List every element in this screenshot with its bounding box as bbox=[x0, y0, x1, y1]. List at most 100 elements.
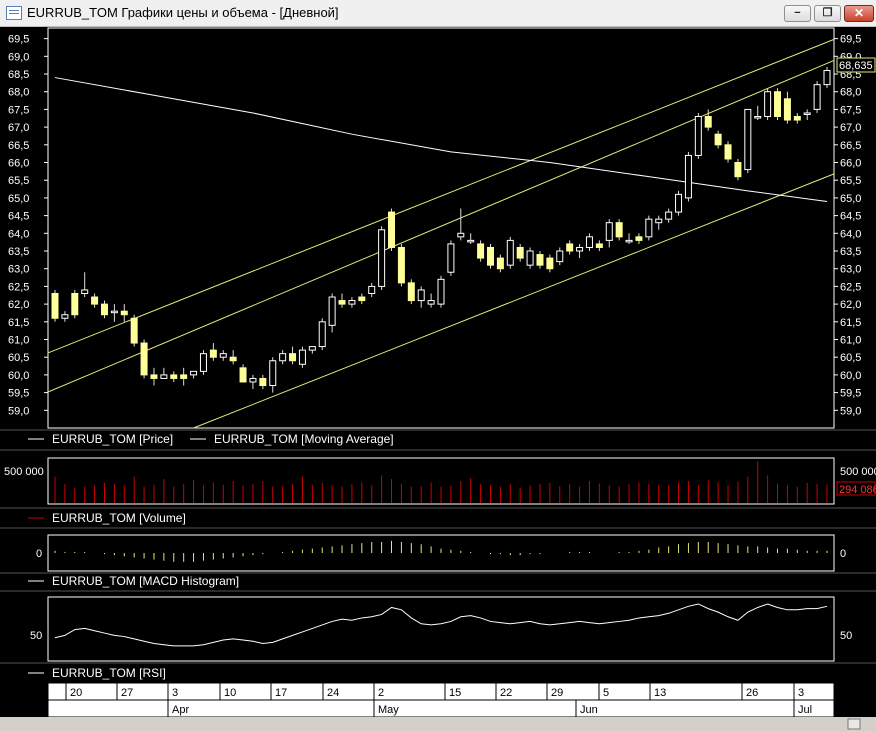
candle-body bbox=[140, 342, 148, 376]
candle-body bbox=[120, 310, 128, 316]
candle-body bbox=[91, 296, 99, 305]
candle-body bbox=[209, 349, 217, 358]
price-axis-left: 69,5 69,0 68,5 68,0 67,5 67,0 66,5 66,0 65,5 65,0… bbox=[8, 34, 48, 417]
candle-body bbox=[714, 133, 722, 146]
restore-button[interactable]: ❐ bbox=[814, 5, 841, 22]
candle-body bbox=[516, 246, 524, 259]
candle-body bbox=[813, 84, 821, 110]
price-tick-right: 59,0 bbox=[840, 405, 861, 417]
day-label: 3 bbox=[172, 687, 178, 699]
minimize-icon: − bbox=[794, 7, 801, 19]
minimize-button[interactable]: − bbox=[784, 5, 811, 22]
price-tick-left: 62,5 bbox=[8, 281, 29, 293]
candle-body bbox=[437, 278, 445, 305]
price-tick-left: 69,0 bbox=[8, 51, 29, 63]
price-tick-left: 65,5 bbox=[8, 175, 29, 187]
candle-body bbox=[724, 144, 732, 160]
price-tick-left: 66,5 bbox=[8, 140, 29, 152]
candle-body bbox=[378, 229, 386, 287]
price-legend: EURRUB_TOM [Price] bbox=[52, 432, 173, 446]
candle-body bbox=[675, 193, 683, 213]
candle-body bbox=[546, 257, 554, 270]
candle-body bbox=[655, 218, 663, 224]
day-label: 13 bbox=[654, 687, 666, 699]
price-tick-right: 63,0 bbox=[840, 264, 861, 276]
day-label: 17 bbox=[275, 687, 287, 699]
candle-body bbox=[318, 321, 326, 348]
price-tick-left: 60,5 bbox=[8, 352, 29, 364]
day-label: 29 bbox=[551, 687, 563, 699]
candle-body bbox=[783, 98, 791, 121]
price-tick-left: 63,0 bbox=[8, 264, 29, 276]
price-axis-right: 69,569,068,568,067,567,066,566,065,565,0… bbox=[834, 34, 861, 417]
chart-window: EURRUB_TOM Графики цены и объема - [Днев… bbox=[0, 0, 876, 731]
candle-body bbox=[289, 353, 297, 362]
price-tick-right: 69,5 bbox=[840, 34, 861, 46]
price-tick-right: 61,0 bbox=[840, 335, 861, 347]
price-tick-left: 59,0 bbox=[8, 405, 29, 417]
close-button[interactable]: ✕ bbox=[844, 5, 874, 22]
ma-legend: EURRUB_TOM [Moving Average] bbox=[214, 432, 394, 446]
candle-body bbox=[71, 292, 79, 316]
price-tick-left: 60,0 bbox=[8, 370, 29, 382]
scroll-right-button[interactable] bbox=[847, 718, 861, 730]
candle-body bbox=[447, 243, 455, 273]
candle-body bbox=[477, 243, 485, 259]
candle-body bbox=[486, 246, 494, 266]
price-tick-right: 64,0 bbox=[840, 228, 861, 240]
title-bar[interactable]: EURRUB_TOM Графики цены и объема - [Днев… bbox=[0, 0, 876, 27]
day-label: 10 bbox=[224, 687, 236, 699]
price-tick-left: 61,5 bbox=[8, 317, 29, 329]
candle-body bbox=[615, 222, 623, 238]
price-volume-chart[interactable]: 69,5 69,0 68,5 68,0 67,5 67,0 66,5 66,0 65,5 65,0… bbox=[0, 26, 876, 731]
candle-body bbox=[51, 292, 59, 319]
candle-body bbox=[576, 246, 584, 252]
candle-body bbox=[417, 289, 425, 302]
volume-legend: EURRUB_TOM [Volume] bbox=[52, 511, 186, 525]
candle-body bbox=[764, 91, 772, 117]
day-label: 15 bbox=[449, 687, 461, 699]
day-label: 3 bbox=[798, 687, 804, 699]
day-label: 24 bbox=[327, 687, 339, 699]
month-label: Apr bbox=[172, 704, 189, 716]
candle-body bbox=[130, 317, 138, 344]
candle-body bbox=[774, 91, 782, 117]
candle-body bbox=[180, 374, 188, 379]
candle-body bbox=[734, 162, 742, 178]
horizontal-scrollbar[interactable] bbox=[0, 717, 876, 731]
month-label: Jul bbox=[798, 704, 812, 716]
rsi-tick-left: 50 bbox=[30, 630, 42, 642]
price-tick-right: 60,0 bbox=[840, 370, 861, 382]
volume-tick-right: 500 000 bbox=[840, 466, 876, 478]
price-tick-left: 66,0 bbox=[8, 158, 29, 170]
chart-app-icon bbox=[6, 6, 22, 20]
price-tick-left: 69,5 bbox=[8, 34, 29, 46]
rsi-tick-right: 50 bbox=[840, 630, 852, 642]
candle-body bbox=[536, 254, 544, 266]
price-tick-right: 65,5 bbox=[840, 175, 861, 187]
price-tick-right: 66,0 bbox=[840, 158, 861, 170]
rsi-legend: EURRUB_TOM [RSI] bbox=[52, 666, 166, 680]
candle-body bbox=[754, 115, 762, 119]
candle-body bbox=[100, 303, 108, 316]
price-tick-right: 61,5 bbox=[840, 317, 861, 329]
last-volume-label: 294 086 bbox=[839, 484, 876, 496]
price-tick-right: 66,5 bbox=[840, 140, 861, 152]
day-label: 27 bbox=[121, 687, 133, 699]
volume-tick-left: 500 000 bbox=[4, 466, 44, 478]
price-tick-left: 62,0 bbox=[8, 299, 29, 311]
candle-body bbox=[427, 300, 435, 305]
candle-body bbox=[694, 115, 702, 156]
candle-body bbox=[793, 115, 801, 121]
window-title: EURRUB_TOM Графики цены и объема - [Днев… bbox=[27, 5, 339, 20]
candle-body bbox=[308, 346, 316, 351]
price-tick-left: 67,0 bbox=[8, 122, 29, 134]
candle-body bbox=[467, 239, 475, 243]
candle-body bbox=[388, 211, 396, 248]
candle-body bbox=[684, 154, 692, 199]
macd-legend: EURRUB_TOM [MACD Histogram] bbox=[52, 574, 239, 588]
rsi-panel bbox=[47, 596, 835, 662]
close-icon: ✕ bbox=[853, 6, 865, 20]
day-label: 2 bbox=[378, 687, 384, 699]
candle-body bbox=[635, 236, 643, 241]
